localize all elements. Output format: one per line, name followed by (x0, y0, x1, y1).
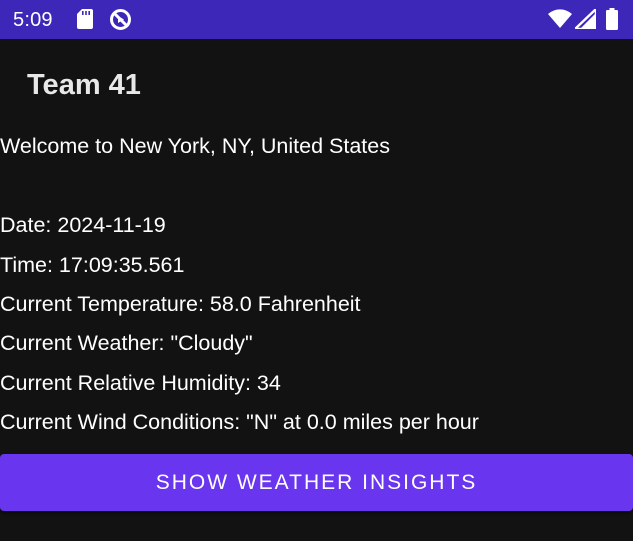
wind-text: Current Wind Conditions: "N" at 0.0 mile… (0, 410, 479, 434)
battery-icon (606, 8, 618, 30)
humidity-text: Current Relative Humidity: 34 (0, 371, 281, 395)
app-bar: Team 41 (0, 39, 633, 130)
status-time: 5:09 (13, 9, 53, 31)
time-text: Time: 17:09:35.561 (0, 253, 185, 277)
sync-off-icon (110, 9, 131, 30)
app-title: Team 41 (27, 69, 141, 101)
show-weather-insights-button[interactable]: Show Weather Insights (0, 454, 633, 511)
welcome-text: Welcome to New York, NY, United States (0, 134, 390, 158)
date-text: Date: 2024-11-19 (0, 213, 166, 237)
status-bar: 5:09 (0, 0, 633, 39)
weather-text: Current Weather: "Cloudy" (0, 331, 253, 355)
signal-icon (575, 9, 596, 29)
sd-card-icon (77, 9, 93, 29)
wifi-icon (548, 9, 572, 28)
temperature-text: Current Temperature: 58.0 Fahrenheit (0, 292, 361, 316)
